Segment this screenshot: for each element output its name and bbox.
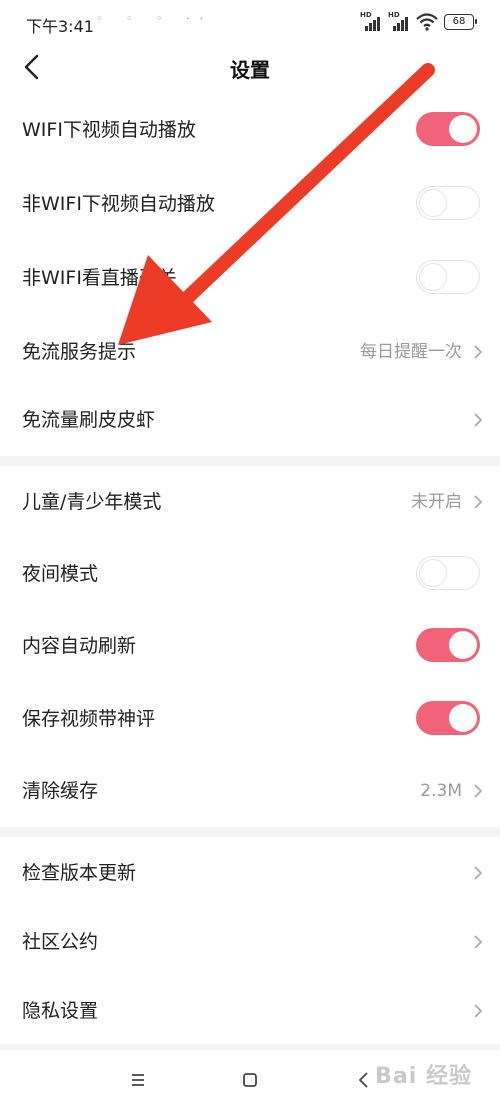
setting-label: 隐私设置 — [22, 1000, 99, 1022]
wifi-icon — [416, 13, 438, 31]
setting-row-wifi-autoplay[interactable]: WIFI下视频自动播放 — [0, 94, 500, 166]
battery-indicator: 68 — [444, 14, 477, 30]
setting-row-community-rules[interactable]: 社区公约 — [0, 906, 500, 978]
section-divider — [0, 827, 500, 837]
status-bar: 下午3:41 ◦ ◦ ◦ ·· HD HD 68 — [0, 0, 500, 44]
watermark-logo: Bai 经验 — [375, 1064, 472, 1089]
home-icon[interactable] — [238, 1068, 262, 1092]
setting-row-auto-refresh[interactable]: 内容自动刷新 — [0, 610, 500, 682]
toggle-switch[interactable] — [416, 260, 480, 294]
toggle-switch[interactable] — [416, 628, 480, 662]
setting-value: 未开启 — [411, 492, 462, 512]
setting-row-night-mode[interactable]: 夜间模式 — [0, 538, 500, 610]
setting-label: 儿童/青少年模式 — [22, 491, 162, 513]
chevron-right-icon — [474, 345, 483, 359]
setting-label: 社区公约 — [22, 931, 99, 953]
setting-value: 每日提醒一次 — [360, 342, 462, 362]
setting-label: 非WIFI下视频自动播放 — [22, 193, 215, 215]
chevron-right-icon — [474, 784, 483, 798]
toggle-switch[interactable] — [416, 112, 480, 146]
setting-label: 免流服务提示 — [22, 341, 137, 363]
chevron-right-icon — [474, 1004, 483, 1018]
setting-label: 免流量刷皮皮虾 — [22, 409, 156, 431]
setting-row-check-update[interactable]: 检查版本更新 — [0, 837, 500, 909]
chevron-right-icon — [474, 413, 483, 427]
toggle-switch[interactable] — [416, 186, 480, 220]
toggle-switch[interactable] — [416, 556, 480, 590]
setting-row-free-data-browse[interactable]: 免流量刷皮皮虾 — [0, 384, 500, 456]
chevron-right-icon — [474, 935, 483, 949]
setting-row-save-video-comment[interactable]: 保存视频带神评 — [0, 683, 500, 755]
status-right-icons: HD HD 68 — [360, 11, 477, 32]
page-title: 设置 — [230, 58, 270, 82]
setting-row-kids-mode[interactable]: 儿童/青少年模式 未开启 — [0, 466, 500, 538]
menu-icon[interactable] — [126, 1068, 150, 1092]
setting-label: 清除缓存 — [22, 780, 99, 802]
setting-label: 非WIFI看直播开关 — [22, 267, 177, 289]
setting-row-privacy[interactable]: 隐私设置 — [0, 975, 500, 1047]
setting-row-nonwifi-autoplay[interactable]: 非WIFI下视频自动播放 — [0, 168, 500, 240]
back-icon[interactable] — [352, 1068, 376, 1092]
notification-icons: ◦ ◦ ◦ ·· — [96, 12, 213, 25]
setting-label: 内容自动刷新 — [22, 635, 137, 657]
chevron-right-icon — [474, 866, 483, 880]
setting-row-nonwifi-live[interactable]: 非WIFI看直播开关 — [0, 242, 500, 314]
signal-icon-1: HD — [360, 11, 382, 31]
setting-label: 检查版本更新 — [22, 862, 137, 884]
setting-label: 夜间模式 — [22, 563, 99, 585]
page-header: 设置 — [0, 44, 500, 94]
setting-row-clear-cache[interactable]: 清除缓存 2.3M — [0, 755, 500, 827]
setting-value: 2.3M — [420, 781, 462, 801]
toggle-switch[interactable] — [416, 701, 480, 735]
chevron-right-icon — [474, 495, 483, 509]
section-divider — [0, 456, 500, 466]
signal-icon-2: HD — [388, 11, 410, 31]
setting-label: WIFI下视频自动播放 — [22, 119, 196, 141]
setting-label: 保存视频带神评 — [22, 708, 156, 730]
setting-row-free-data-tip[interactable]: 免流服务提示 每日提醒一次 — [0, 316, 500, 388]
status-time: 下午3:41 — [26, 17, 94, 36]
